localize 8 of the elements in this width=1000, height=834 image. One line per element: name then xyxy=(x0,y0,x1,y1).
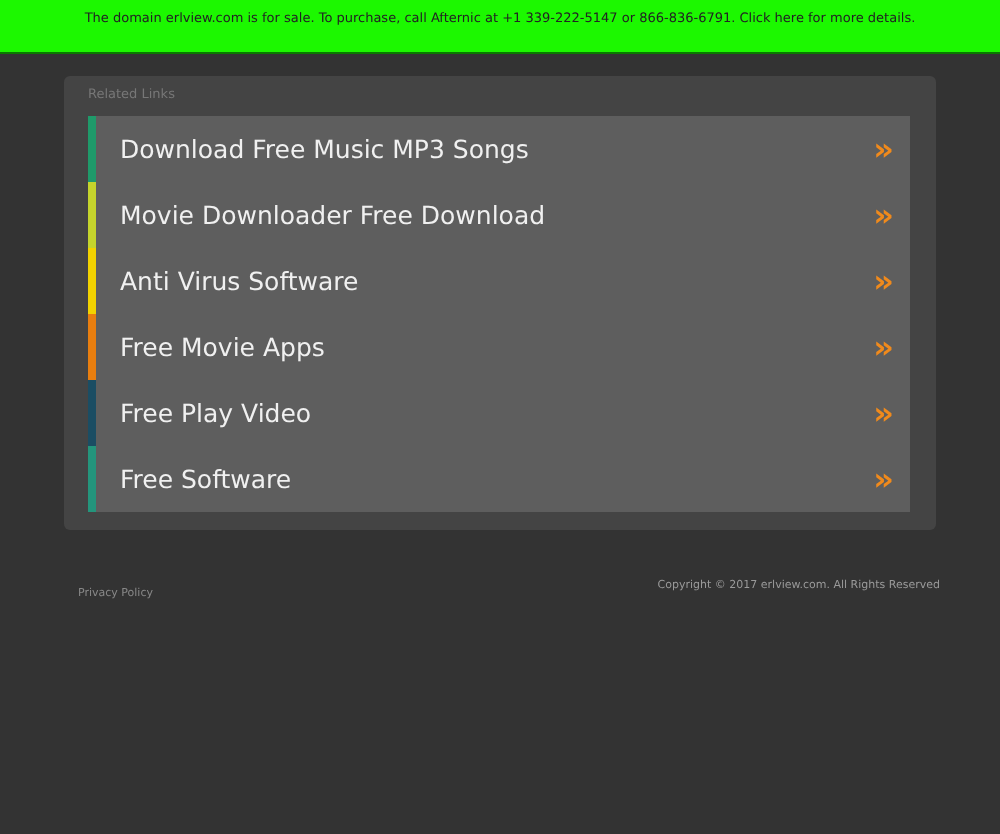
chevron-icon: » xyxy=(873,460,894,498)
chevron-icon: » xyxy=(873,262,894,300)
chevron-icon: » xyxy=(873,196,894,234)
link-row[interactable]: Free Software » xyxy=(88,446,910,512)
chevron-icon: » xyxy=(873,394,894,432)
chevron-icon: » xyxy=(873,328,894,366)
chevron-icon: » xyxy=(873,130,894,168)
link-row[interactable]: Download Free Music MP3 Songs » xyxy=(88,116,910,182)
